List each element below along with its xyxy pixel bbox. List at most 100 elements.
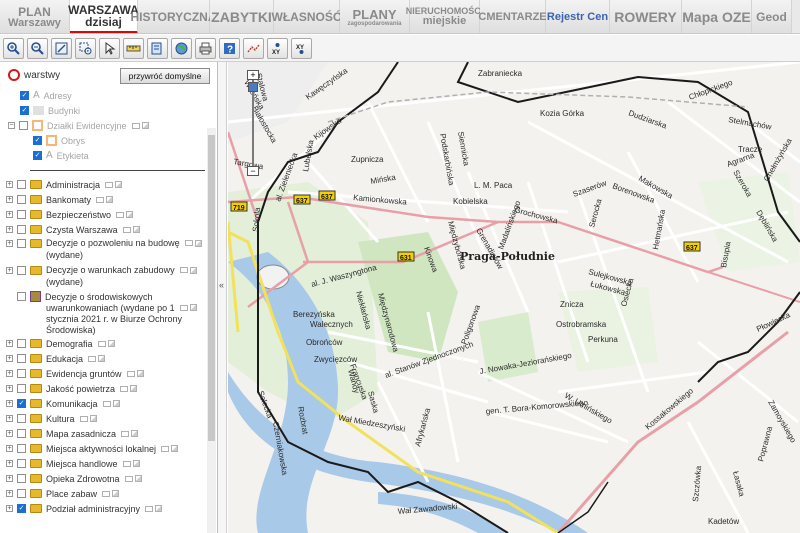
legend-icon[interactable] xyxy=(107,340,115,347)
tab-geodezja[interactable]: Geod xyxy=(752,0,792,33)
tab-warszawa-dzisiaj[interactable]: WARSZAWA dzisiaj xyxy=(68,0,139,33)
checkbox[interactable]: ✓ xyxy=(17,399,26,408)
measure-icon[interactable] xyxy=(123,37,144,59)
opacity-icon[interactable] xyxy=(116,211,125,218)
opacity-icon[interactable] xyxy=(102,400,111,407)
tab-historyczna[interactable]: HISTORYCZNA xyxy=(131,0,217,33)
expand-toggle[interactable]: + xyxy=(6,400,13,407)
opacity-icon[interactable] xyxy=(79,415,88,422)
checkbox[interactable]: ✓ xyxy=(33,151,42,160)
zoom-extent-icon[interactable] xyxy=(51,37,72,59)
checkbox[interactable] xyxy=(17,474,26,483)
checkbox[interactable] xyxy=(17,354,26,363)
layers-icon[interactable] xyxy=(147,37,168,59)
checkbox[interactable] xyxy=(17,429,26,438)
legend-icon[interactable] xyxy=(98,355,106,362)
opacity-icon[interactable] xyxy=(179,304,188,311)
tab-mapa-oze[interactable]: Mapa OZE xyxy=(682,0,752,33)
legend-icon[interactable] xyxy=(171,445,179,452)
tab-cmentarze[interactable]: CMENTARZE xyxy=(478,0,547,33)
zoom-minus-icon[interactable]: − xyxy=(247,166,259,176)
checkbox[interactable]: ✓ xyxy=(20,106,29,115)
panel-scrollbar[interactable] xyxy=(207,128,216,533)
coordinates-icon[interactable] xyxy=(243,37,264,59)
expand-toggle[interactable]: + xyxy=(6,226,13,233)
expand-toggle[interactable]: + xyxy=(6,196,13,203)
collapse-toggle[interactable]: − xyxy=(8,122,15,129)
expand-toggle[interactable]: + xyxy=(6,385,13,392)
opacity-icon[interactable] xyxy=(120,385,129,392)
panel-collapse-handle[interactable]: « xyxy=(218,62,227,533)
expand-toggle[interactable]: + xyxy=(6,239,13,247)
checkbox[interactable] xyxy=(17,292,26,301)
collapse-arrow-icon[interactable]: « xyxy=(219,280,224,290)
legend-icon[interactable] xyxy=(134,475,142,482)
legend-icon[interactable] xyxy=(126,211,134,218)
legend-icon[interactable] xyxy=(89,415,97,422)
checkbox[interactable] xyxy=(17,489,26,498)
reset-layers-button[interactable]: przywróć domyślne xyxy=(120,68,210,84)
opacity-icon[interactable] xyxy=(124,475,133,482)
opacity-icon[interactable] xyxy=(96,196,105,203)
opacity-icon[interactable] xyxy=(184,240,193,246)
checkbox[interactable] xyxy=(17,180,26,189)
legend-icon[interactable] xyxy=(189,266,197,274)
expand-toggle[interactable]: + xyxy=(6,475,13,482)
legend-icon[interactable] xyxy=(155,505,163,512)
globe-icon[interactable] xyxy=(171,37,192,59)
tab-nieruchomosci[interactable]: NIERUCHOMOŚCI miejskie xyxy=(406,0,483,33)
opacity-icon[interactable] xyxy=(97,340,106,347)
opacity-icon[interactable] xyxy=(126,370,135,377)
checkbox[interactable]: ✓ xyxy=(17,504,26,513)
legend-icon[interactable] xyxy=(136,370,144,377)
zoom-in-icon[interactable] xyxy=(3,37,24,59)
print-icon[interactable] xyxy=(195,37,216,59)
legend-icon[interactable] xyxy=(130,385,138,392)
zoom-out-icon[interactable] xyxy=(27,37,48,59)
zoom-slider[interactable]: + − xyxy=(246,70,260,176)
expand-toggle[interactable]: + xyxy=(6,266,13,274)
opacity-icon[interactable] xyxy=(145,505,154,512)
legend-icon[interactable] xyxy=(112,400,120,407)
opacity-icon[interactable] xyxy=(131,122,140,129)
help-icon[interactable]: ? xyxy=(219,37,240,59)
checkbox[interactable] xyxy=(17,384,26,393)
checkbox[interactable] xyxy=(19,121,28,130)
expand-toggle[interactable]: + xyxy=(6,415,13,422)
tab-plany[interactable]: PLANY zagospodarowania xyxy=(340,0,410,33)
checkbox[interactable] xyxy=(17,444,26,453)
opacity-icon[interactable] xyxy=(161,445,170,452)
checkbox[interactable] xyxy=(17,265,26,275)
xy-icon[interactable]: XY xyxy=(267,37,288,59)
legend-icon[interactable] xyxy=(189,304,197,311)
expand-toggle[interactable]: + xyxy=(6,505,13,512)
legend-icon[interactable] xyxy=(131,430,139,437)
expand-toggle[interactable]: + xyxy=(6,430,13,437)
legend-icon[interactable] xyxy=(106,196,114,203)
select-icon[interactable] xyxy=(99,37,120,59)
expand-toggle[interactable]: + xyxy=(6,355,13,362)
zoom-plus-icon[interactable]: + xyxy=(247,70,259,80)
expand-toggle[interactable]: + xyxy=(6,370,13,377)
legend-icon[interactable] xyxy=(132,460,140,467)
opacity-icon[interactable] xyxy=(122,226,131,233)
expand-toggle[interactable]: + xyxy=(6,181,13,188)
opacity-icon[interactable] xyxy=(105,181,114,188)
tab-zabytki[interactable]: ZABYTKI xyxy=(210,0,274,33)
tab-wlasnosc[interactable]: WŁASNOŚĆ xyxy=(272,0,342,33)
tab-rowery[interactable]: ROWERY xyxy=(610,0,682,33)
legend-icon[interactable] xyxy=(132,226,140,233)
checkbox[interactable] xyxy=(17,459,26,468)
checkbox[interactable] xyxy=(17,414,26,423)
legend-icon[interactable] xyxy=(141,122,149,129)
opacity-icon[interactable] xyxy=(121,430,130,437)
expand-toggle[interactable]: + xyxy=(6,445,13,452)
tab-rejestr-cen[interactable]: Rejestr Cen xyxy=(546,0,610,33)
xy-point-icon[interactable]: XY xyxy=(291,37,312,59)
scrollbar-thumb[interactable] xyxy=(208,135,215,441)
checkbox[interactable] xyxy=(17,210,26,219)
expand-toggle[interactable]: + xyxy=(6,460,13,467)
map-canvas[interactable]: 637 631 719 637 637 Praga-Południe Zabra… xyxy=(228,62,800,533)
legend-icon[interactable] xyxy=(112,490,120,497)
checkbox[interactable] xyxy=(17,225,26,234)
